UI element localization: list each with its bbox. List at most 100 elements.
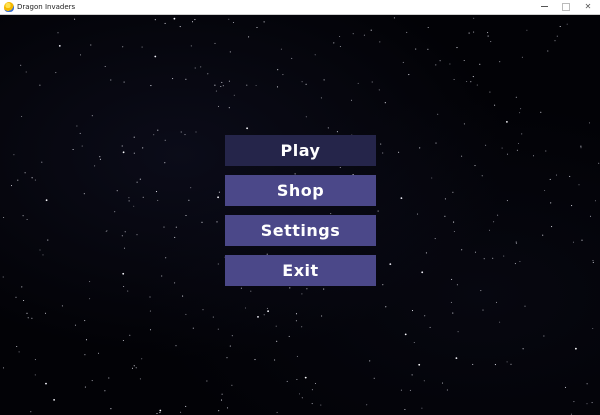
star (55, 72, 57, 74)
star (314, 54, 316, 56)
star (34, 179, 36, 181)
star (135, 367, 137, 369)
star (174, 236, 176, 238)
star (305, 83, 307, 85)
star (470, 81, 472, 83)
star (133, 136, 135, 138)
star (549, 178, 551, 180)
star (416, 213, 419, 215)
star (550, 202, 552, 204)
star (499, 321, 501, 323)
star (221, 81, 223, 83)
star (564, 386, 567, 388)
star (172, 78, 174, 80)
star (282, 74, 284, 76)
star (25, 71, 27, 73)
star (586, 383, 588, 385)
star (159, 409, 162, 412)
star (411, 374, 413, 376)
star (139, 178, 141, 180)
star (320, 97, 322, 99)
star (164, 162, 166, 164)
star (214, 84, 216, 86)
star (13, 154, 15, 156)
star (275, 325, 277, 327)
star (506, 121, 508, 123)
star (53, 399, 55, 401)
star (31, 317, 33, 319)
star (544, 189, 546, 192)
star (295, 313, 298, 315)
star (106, 230, 108, 232)
star (246, 127, 249, 130)
star (463, 123, 465, 125)
star (455, 357, 458, 359)
star (123, 81, 125, 83)
star (389, 263, 392, 265)
star (566, 23, 568, 25)
star (485, 144, 487, 146)
star (382, 152, 384, 154)
title-bar: Dragon Invaders ✕ (0, 0, 600, 15)
star (44, 312, 47, 314)
star (99, 158, 101, 160)
star (472, 363, 474, 365)
star (425, 252, 427, 254)
star (121, 235, 123, 237)
close-button[interactable]: ✕ (577, 0, 599, 14)
star (419, 147, 421, 149)
settings-button[interactable]: Settings (225, 215, 376, 246)
minimize-button[interactable] (533, 0, 555, 14)
star (321, 315, 323, 317)
star (588, 122, 591, 124)
play-button[interactable]: Play (225, 135, 376, 166)
star (89, 298, 91, 300)
star (276, 411, 278, 413)
star (488, 229, 491, 231)
star (373, 377, 375, 379)
star (47, 239, 49, 241)
star (228, 80, 230, 82)
shop-button[interactable]: Shop (225, 175, 376, 206)
star (311, 403, 313, 405)
star (200, 66, 202, 68)
star (222, 85, 224, 87)
star (521, 133, 523, 135)
star (402, 61, 404, 63)
star (592, 260, 594, 262)
star (291, 57, 293, 59)
star (369, 360, 371, 362)
star (450, 301, 452, 303)
star (506, 153, 509, 155)
star (323, 79, 325, 81)
star (274, 359, 276, 361)
star (429, 326, 431, 328)
star (519, 112, 521, 114)
star (229, 345, 231, 347)
star (188, 199, 190, 201)
star (84, 386, 86, 388)
star (136, 234, 138, 236)
python-snake-icon (4, 2, 14, 12)
star (452, 191, 454, 193)
star (141, 358, 143, 360)
exit-button[interactable]: Exit (225, 255, 376, 286)
star (581, 239, 583, 241)
star (194, 19, 196, 21)
star (16, 345, 18, 348)
star (104, 390, 106, 392)
star (592, 327, 594, 330)
star (453, 78, 455, 81)
star (248, 36, 250, 38)
star (129, 334, 131, 336)
star (2, 276, 4, 278)
star (180, 411, 182, 413)
star (451, 278, 453, 280)
star (524, 305, 526, 307)
star (434, 238, 436, 240)
star (519, 260, 521, 263)
star (510, 363, 512, 365)
star (591, 402, 593, 404)
maximize-button[interactable] (555, 0, 577, 14)
star (156, 412, 158, 415)
